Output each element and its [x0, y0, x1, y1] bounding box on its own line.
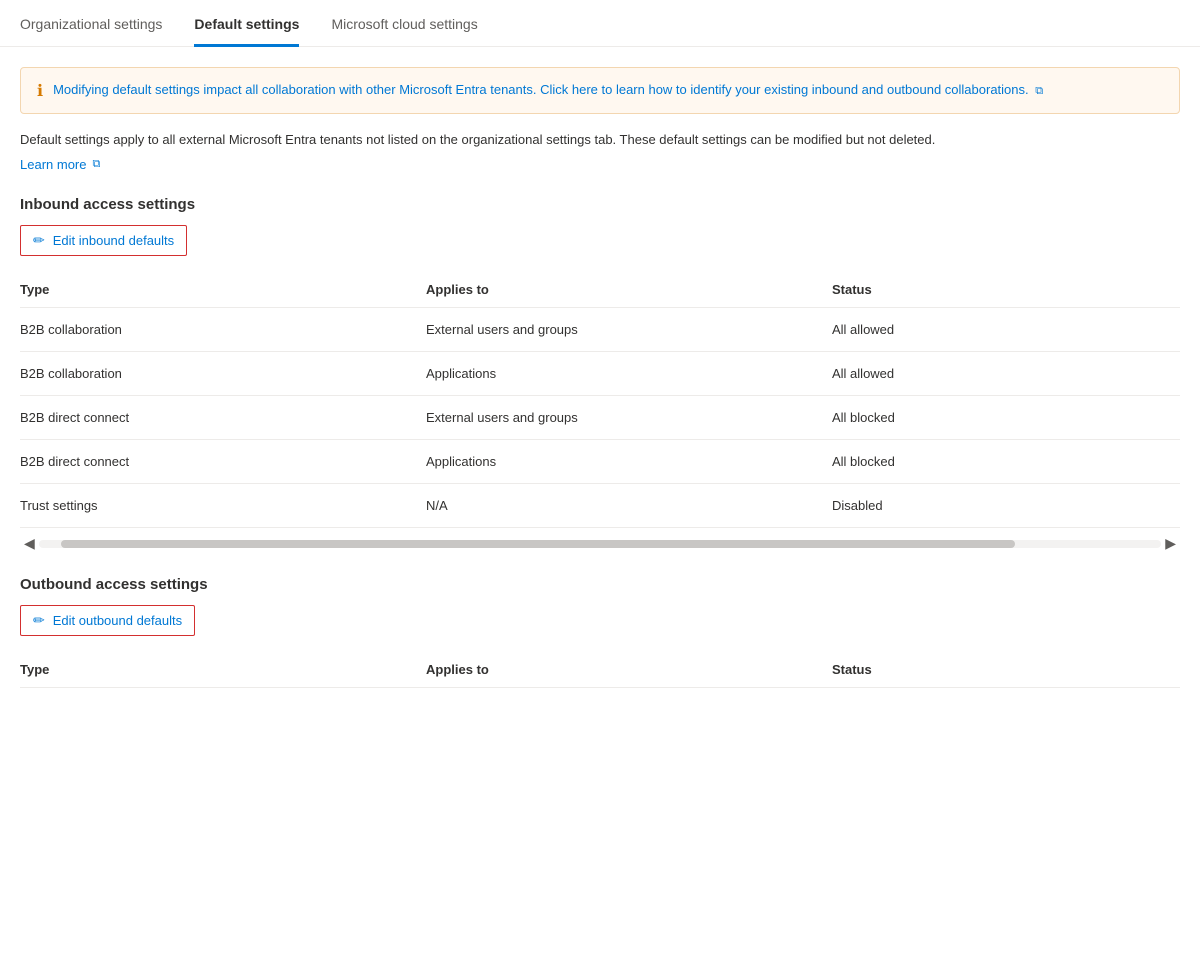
alert-text[interactable]: Modifying default settings impact all co… — [53, 80, 1043, 100]
inbound-table-wrapper: Type Applies to Status B2B collaboration… — [20, 272, 1180, 528]
cell-status: All allowed — [832, 307, 1180, 351]
scrollbar-track — [39, 540, 1161, 548]
horizontal-scrollbar[interactable]: ◀ ▶ — [20, 536, 1180, 552]
info-icon: ℹ — [37, 81, 43, 101]
alert-link[interactable]: Modifying default settings impact all co… — [53, 82, 1029, 97]
outbound-col-type-header: Type — [20, 652, 426, 688]
inbound-table-header-row: Type Applies to Status — [20, 272, 1180, 308]
inbound-section: Inbound access settings ✏ Edit inbound d… — [20, 196, 1180, 552]
cell-type: Trust settings — [20, 483, 426, 527]
col-type-header: Type — [20, 272, 426, 308]
cell-type: B2B direct connect — [20, 395, 426, 439]
pencil-icon-outbound: ✏ — [33, 612, 45, 629]
inbound-table: Type Applies to Status B2B collaboration… — [20, 272, 1180, 528]
tabs-bar: Organizational settings Default settings… — [0, 0, 1200, 47]
cell-applies-to: Applications — [426, 351, 832, 395]
scroll-left-arrow[interactable]: ◀ — [20, 536, 39, 552]
outbound-col-status-header: Status — [832, 652, 1180, 688]
learn-more-external-icon: ⧉ — [92, 158, 100, 171]
outbound-section: Outbound access settings ✏ Edit outbound… — [20, 576, 1180, 688]
tab-default-settings[interactable]: Default settings — [194, 0, 299, 47]
table-row: B2B direct connect Applications All bloc… — [20, 439, 1180, 483]
cell-status: All blocked — [832, 439, 1180, 483]
outbound-heading: Outbound access settings — [20, 576, 1180, 593]
table-row: B2B collaboration External users and gro… — [20, 307, 1180, 351]
main-content: ℹ Modifying default settings impact all … — [0, 47, 1200, 708]
inbound-heading: Inbound access settings — [20, 196, 1180, 213]
cell-type: B2B collaboration — [20, 307, 426, 351]
table-row: B2B direct connect External users and gr… — [20, 395, 1180, 439]
learn-more-link[interactable]: Learn more ⧉ — [20, 157, 100, 172]
pencil-icon-inbound: ✏ — [33, 232, 45, 249]
scroll-right-arrow[interactable]: ▶ — [1161, 536, 1180, 552]
cell-status: All allowed — [832, 351, 1180, 395]
edit-inbound-button[interactable]: ✏ Edit inbound defaults — [20, 225, 187, 256]
outbound-table: Type Applies to Status — [20, 652, 1180, 688]
alert-banner: ℹ Modifying default settings impact all … — [20, 67, 1180, 114]
cell-status: Disabled — [832, 483, 1180, 527]
tab-microsoft-cloud-settings[interactable]: Microsoft cloud settings — [331, 0, 477, 47]
scrollbar-thumb[interactable] — [61, 540, 1015, 548]
col-applies-to-header: Applies to — [426, 272, 832, 308]
col-status-header: Status — [832, 272, 1180, 308]
tab-organizational-settings[interactable]: Organizational settings — [20, 0, 162, 47]
edit-outbound-button[interactable]: ✏ Edit outbound defaults — [20, 605, 195, 636]
edit-inbound-label: Edit inbound defaults — [53, 233, 174, 248]
outbound-col-applies-to-header: Applies to — [426, 652, 832, 688]
outbound-table-header-row: Type Applies to Status — [20, 652, 1180, 688]
cell-applies-to: N/A — [426, 483, 832, 527]
outbound-table-wrapper: Type Applies to Status — [20, 652, 1180, 688]
learn-more-label: Learn more — [20, 157, 86, 172]
cell-applies-to: Applications — [426, 439, 832, 483]
edit-outbound-label: Edit outbound defaults — [53, 613, 182, 628]
external-link-icon: ⧉ — [1035, 85, 1043, 97]
cell-type: B2B collaboration — [20, 351, 426, 395]
cell-applies-to: External users and groups — [426, 395, 832, 439]
table-row: B2B collaboration Applications All allow… — [20, 351, 1180, 395]
cell-applies-to: External users and groups — [426, 307, 832, 351]
cell-status: All blocked — [832, 395, 1180, 439]
table-row: Trust settings N/A Disabled — [20, 483, 1180, 527]
description-text: Default settings apply to all external M… — [20, 130, 1180, 150]
cell-type: B2B direct connect — [20, 439, 426, 483]
